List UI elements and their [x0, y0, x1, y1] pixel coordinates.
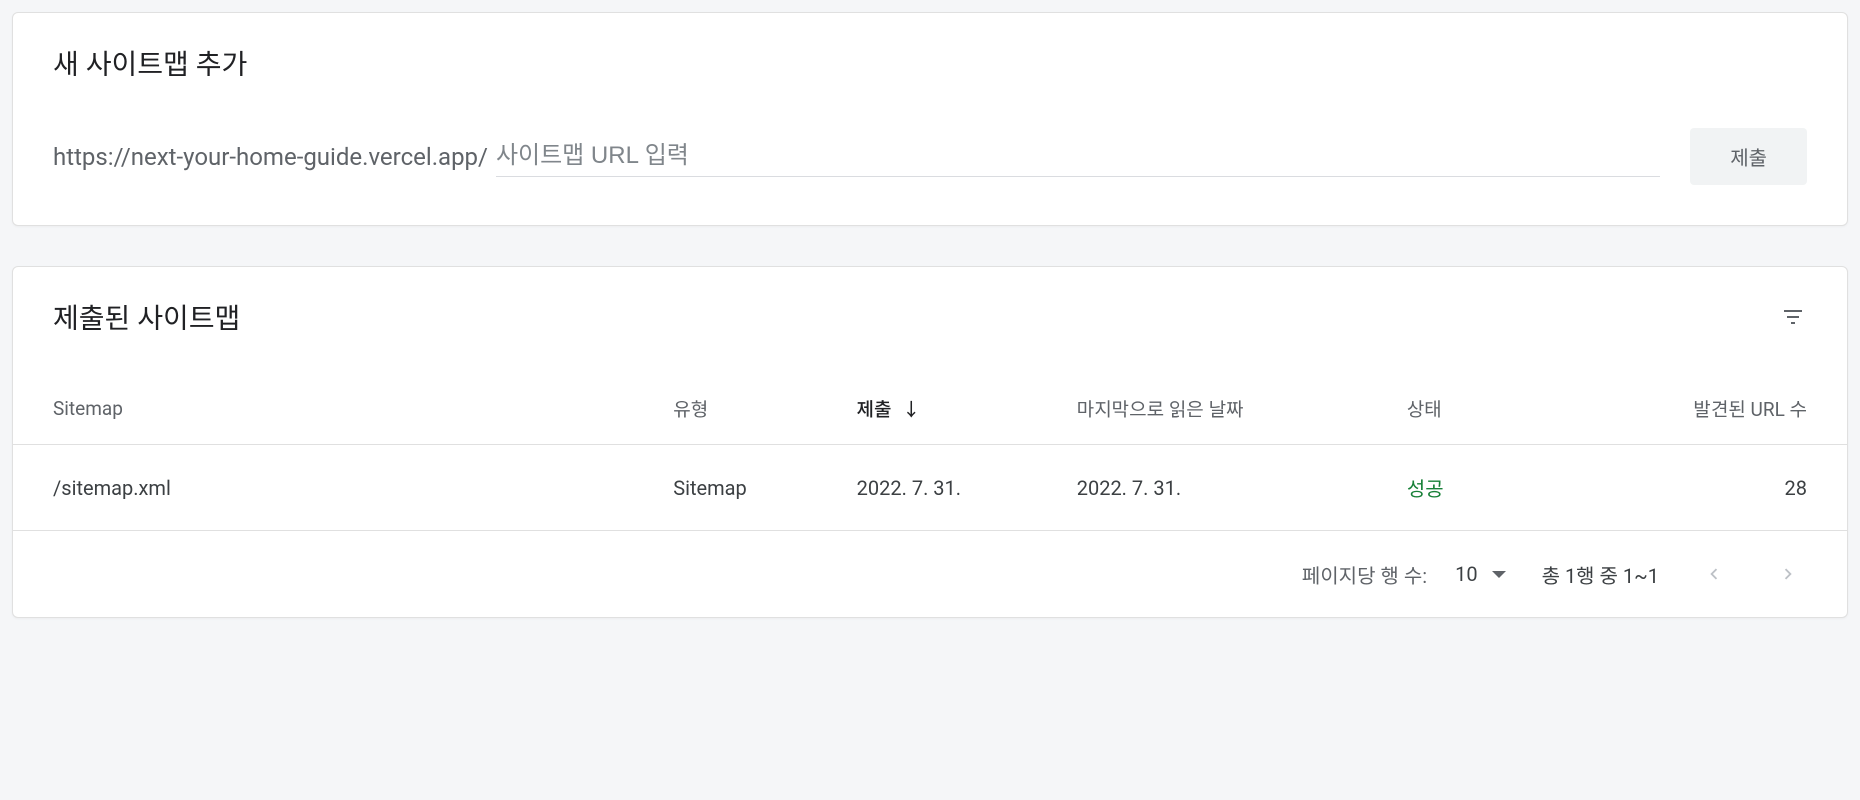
column-header-discovered-urls[interactable]: 발견된 URL 수 [1664, 377, 1847, 445]
rows-per-page-select[interactable]: 10 [1455, 562, 1505, 586]
table-row[interactable]: /sitemap.xml Sitemap 2022. 7. 31. 2022. … [13, 445, 1847, 531]
prev-page-button[interactable] [1695, 555, 1733, 593]
column-header-last-read[interactable]: 마지막으로 읽은 날짜 [1077, 377, 1407, 445]
page-info: 총 1행 중 1~1 [1542, 560, 1659, 589]
add-sitemap-title: 새 사이트맵 추가 [53, 43, 1807, 83]
cell-type: Sitemap [673, 445, 856, 531]
cell-discovered-urls: 28 [1664, 445, 1847, 531]
chevron-left-icon [1703, 563, 1725, 585]
submit-button[interactable]: 제출 [1690, 128, 1807, 185]
cell-last-read: 2022. 7. 31. [1077, 445, 1407, 531]
rows-per-page: 페이지당 행 수: 10 [1302, 560, 1506, 589]
column-header-submitted[interactable]: 제출 ↓ [857, 377, 1077, 445]
filter-icon[interactable] [1779, 303, 1807, 331]
cell-submitted: 2022. 7. 31. [857, 445, 1077, 531]
url-prefix-label: https://next-your-home-guide.vercel.app/ [53, 143, 496, 171]
add-sitemap-card: 새 사이트맵 추가 https://next-your-home-guide.v… [12, 12, 1848, 226]
cell-sitemap: /sitemap.xml [13, 445, 673, 531]
next-page-button[interactable] [1769, 555, 1807, 593]
chevron-down-icon [1492, 571, 1506, 578]
rows-per-page-value: 10 [1455, 562, 1477, 586]
column-header-submitted-label: 제출 [857, 398, 892, 421]
cell-status: 성공 [1407, 445, 1664, 531]
status-badge: 성공 [1407, 477, 1444, 501]
pagination: 페이지당 행 수: 10 총 1행 중 1~1 [13, 531, 1847, 617]
column-header-type[interactable]: 유형 [673, 377, 856, 445]
rows-per-page-label: 페이지당 행 수: [1302, 560, 1427, 589]
column-header-status[interactable]: 상태 [1407, 377, 1664, 445]
sitemap-url-input[interactable] [496, 136, 1660, 177]
sitemap-input-row: https://next-your-home-guide.vercel.app/… [53, 128, 1807, 185]
column-header-sitemap[interactable]: Sitemap [13, 377, 673, 445]
chevron-right-icon [1777, 563, 1799, 585]
submitted-sitemaps-title: 제출된 사이트맵 [53, 297, 240, 337]
submitted-sitemaps-card: 제출된 사이트맵 Sitemap 유형 제출 ↓ 마지막으로 읽은 날짜 상태 … [12, 266, 1848, 618]
sort-arrow-down-icon: ↓ [902, 396, 920, 422]
sitemaps-table: Sitemap 유형 제출 ↓ 마지막으로 읽은 날짜 상태 발견된 URL 수… [13, 377, 1847, 531]
